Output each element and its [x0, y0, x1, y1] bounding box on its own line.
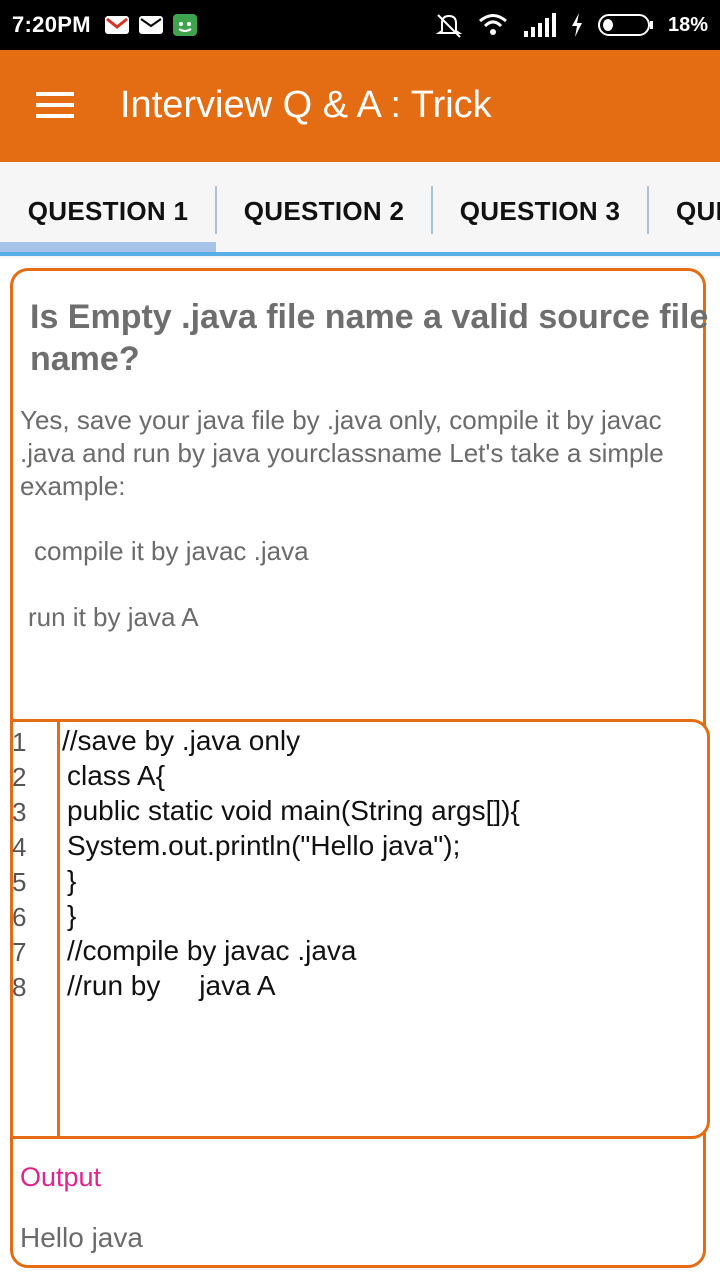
tab-label: QUESTION 4 — [676, 196, 720, 226]
tab-question-4[interactable]: QUESTION 4 — [648, 162, 720, 258]
code-line: //save by .java only — [62, 725, 301, 756]
line-number: 3 — [12, 797, 27, 827]
app-title: Interview Q & A : Trick — [120, 84, 492, 126]
code-line: } — [67, 900, 77, 931]
output-label: Output — [20, 1162, 102, 1192]
code-line: public static void main(String args[]){ — [67, 795, 520, 826]
tab-label: QUESTION 1 — [27, 196, 189, 226]
notification-icons — [104, 13, 198, 37]
mute-icon — [435, 14, 463, 38]
compile-instruction: compile it by javac .java — [34, 536, 309, 566]
android-icon — [173, 14, 197, 36]
line-number: 1 — [12, 727, 27, 757]
tab-underline — [0, 252, 720, 256]
code-line: //compile by javac .java — [67, 935, 357, 966]
mail-icon — [139, 16, 163, 34]
code-line: class A{ — [67, 760, 166, 791]
gmail-icon — [105, 16, 129, 34]
app-bar: Interview Q & A : Trick — [0, 50, 720, 162]
tab-question-2[interactable]: QUESTION 2 — [216, 162, 432, 258]
line-number: 4 — [12, 832, 27, 862]
answer-text: Yes, save your java file by .java only, … — [20, 405, 664, 501]
status-right: 18% — [434, 0, 708, 50]
line-number: 6 — [12, 902, 27, 932]
signal-icon — [523, 13, 556, 37]
charging-icon — [571, 13, 582, 37]
wifi-icon — [479, 14, 507, 35]
line-number: 5 — [12, 867, 27, 897]
tab-label: QUESTION 2 — [243, 196, 405, 226]
line-number: 7 — [12, 937, 27, 967]
status-time: 7:20PM — [12, 12, 91, 37]
question-text: Is Empty .java file name a valid source … — [30, 298, 709, 378]
tab-question-3[interactable]: QUESTION 3 — [432, 162, 648, 258]
code-line: System.out.println("Hello java"); — [67, 830, 461, 861]
status-bar: 7:20PM 18% — [0, 0, 720, 50]
line-number: 2 — [12, 762, 27, 792]
hamburger-icon[interactable] — [36, 90, 74, 120]
output-value: Hello java — [20, 1222, 143, 1253]
tab-selected-indicator — [0, 242, 216, 252]
battery-percent: 18% — [667, 13, 708, 36]
code-line: } — [67, 865, 77, 896]
code-line: //run by java A — [67, 970, 276, 1001]
line-number: 8 — [12, 972, 27, 1002]
run-instruction: run it by java A — [28, 602, 199, 632]
tab-label: QUESTION 3 — [459, 196, 621, 226]
battery-icon — [597, 14, 653, 36]
tab-strip: QUESTION 1 QUESTION 2 QUESTION 3 QUESTIO… — [0, 162, 720, 258]
